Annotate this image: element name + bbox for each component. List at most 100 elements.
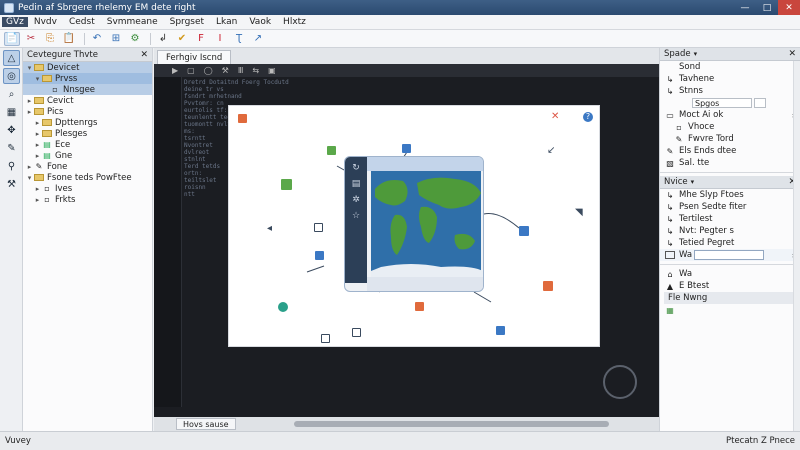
property-row[interactable]: ↳ Nvt: Pegter s: [660, 225, 800, 237]
tools-icon[interactable]: ⚙: [127, 32, 143, 46]
bottom-tab[interactable]: Hovs sause: [176, 418, 236, 430]
document-icon[interactable]: ▤: [345, 179, 367, 189]
value-input[interactable]: [694, 250, 765, 260]
close-panel-icon[interactable]: ✕: [788, 49, 796, 59]
minimize-button[interactable]: —: [734, 0, 756, 15]
property-row[interactable]: ↳ Tertilest: [660, 213, 800, 225]
gear-icon[interactable]: ✲: [345, 195, 367, 205]
property-row[interactable]: ⌂ Wa: [660, 268, 800, 280]
expand-icon[interactable]: ▸: [33, 152, 42, 160]
menu-item-gvz[interactable]: GVz: [2, 17, 28, 27]
expand-icon[interactable]: ▸: [25, 108, 34, 116]
pen-icon[interactable]: ✎: [3, 140, 20, 156]
property-row[interactable]: ↳ Mhe Slyp Ftoes: [660, 189, 800, 201]
close-button[interactable]: ✕: [778, 0, 800, 15]
tree-item[interactable]: ▸ Plesges: [23, 128, 152, 139]
menu-item-edit[interactable]: Cedst: [63, 17, 101, 27]
tree-item[interactable]: ▾ Prvss: [23, 73, 152, 84]
expand-icon[interactable]: ▸: [33, 119, 42, 127]
expand-icon[interactable]: ▸: [33, 130, 42, 138]
undo-icon[interactable]: ↶: [89, 32, 105, 46]
copy-icon[interactable]: ⎘: [42, 32, 58, 46]
tree-item[interactable]: ▸ Cevict: [23, 95, 152, 106]
wrench-icon[interactable]: ⚒: [3, 176, 20, 192]
property-row[interactable]: Fle Nwng: [664, 292, 796, 304]
tree-item[interactable]: ▸ ▤ Gne: [23, 150, 152, 161]
property-row[interactable]: ↳ Psen Sedte fiter: [660, 201, 800, 213]
menu-item-view[interactable]: Lkan: [210, 17, 243, 27]
property-row[interactable]: ▧ Sal. tte: [660, 157, 800, 169]
expand-icon[interactable]: ▸: [33, 196, 42, 204]
menu-item-project[interactable]: Sprgset: [164, 17, 210, 27]
property-checkbox[interactable]: [754, 98, 766, 108]
select-icon[interactable]: △: [3, 50, 20, 66]
property-input[interactable]: Spgos: [692, 98, 752, 108]
move-icon[interactable]: ✥: [3, 122, 20, 138]
menu-item-file[interactable]: Nvdv: [28, 17, 63, 27]
property-row[interactable]: ↳ Stnns: [660, 85, 800, 97]
expand-icon[interactable]: ▾: [33, 75, 42, 83]
expand-icon[interactable]: ▸: [33, 141, 42, 149]
maximize-button[interactable]: □: [756, 0, 778, 15]
record-icon[interactable]: ◯: [204, 66, 213, 75]
expand-icon[interactable]: ▸: [25, 163, 34, 171]
expand-icon[interactable]: ▾: [25, 174, 34, 182]
property-row[interactable]: Spgos: [660, 97, 800, 109]
tree-item[interactable]: ▸ Dpttenrgs: [23, 117, 152, 128]
run-icon[interactable]: ↗: [250, 32, 266, 46]
tree-item[interactable]: ▾ Devicet: [23, 62, 152, 73]
swap-icon[interactable]: ⇆: [252, 66, 259, 75]
refresh-icon[interactable]: ↻: [345, 163, 367, 173]
editor-tab[interactable]: Ferhgiv Iscnd: [157, 50, 232, 64]
paste-icon[interactable]: 📋: [61, 32, 77, 46]
menu-item-summary[interactable]: Svmmeane: [101, 17, 164, 27]
vertical-scrollbar[interactable]: [793, 61, 800, 431]
tree-item[interactable]: ▸ ▫ Ives: [23, 183, 152, 194]
align-icon[interactable]: F: [193, 32, 209, 46]
play-icon[interactable]: ▶: [172, 66, 178, 75]
tree-item[interactable]: ▸ Pics: [23, 106, 152, 117]
layout-icon[interactable]: ▣: [268, 66, 276, 75]
tree-item[interactable]: ▸ ✎ Fone: [23, 161, 152, 172]
tree-item[interactable]: ▸ ▤ Ece: [23, 139, 152, 150]
menu-item-tools[interactable]: Vaok: [243, 17, 277, 27]
build-icon[interactable]: ⚒: [222, 66, 229, 75]
target-icon[interactable]: ◎: [3, 68, 20, 84]
chevron-down-icon[interactable]: ▾: [691, 178, 695, 186]
menu-item-help[interactable]: Hlxtz: [277, 17, 312, 27]
property-row[interactable]: ▦: [660, 304, 800, 316]
expand-icon[interactable]: ▾: [25, 64, 34, 72]
pin-icon[interactable]: ⚲: [3, 158, 20, 174]
tree-item[interactable]: ▾ Fsone teds PowFtee: [23, 172, 152, 183]
chevron-down-icon[interactable]: ▾: [694, 50, 698, 58]
star-icon[interactable]: ☆: [345, 211, 367, 221]
preview-canvas[interactable]: ◂ ↙ ◥ ✕ ? ↻ ▤ ✲ ☆: [229, 106, 599, 346]
new-file-icon[interactable]: 📄: [4, 31, 20, 46]
tree-item[interactable]: ▫ Nnsgee: [23, 84, 152, 95]
cut-icon[interactable]: ✂: [23, 32, 39, 46]
property-row[interactable]: Wa›: [660, 249, 800, 261]
property-row[interactable]: ✎ Els Ends dtee: [660, 145, 800, 157]
property-row[interactable]: ▲ E Btest: [660, 280, 800, 292]
edit-icon[interactable]: ↲: [155, 32, 171, 46]
check-icon[interactable]: ✔: [174, 32, 190, 46]
world-map-window[interactable]: ↻ ▤ ✲ ☆: [344, 156, 484, 292]
columns-icon[interactable]: Ⅲ: [238, 66, 244, 75]
text-icon[interactable]: Ʈ: [231, 32, 247, 46]
property-row[interactable]: ↳ Tetied Pegret: [660, 237, 800, 249]
search-icon[interactable]: ⌕: [3, 86, 20, 102]
stop-icon[interactable]: ▢: [187, 66, 195, 75]
expand-icon[interactable]: ▸: [33, 185, 42, 193]
property-row[interactable]: Sond: [660, 61, 800, 73]
property-row[interactable]: ✎ Fwvre Tord: [660, 133, 800, 145]
open-icon[interactable]: ⊞: [108, 32, 124, 46]
horizontal-scrollbar[interactable]: [294, 421, 609, 427]
format-icon[interactable]: Ⅰ: [212, 32, 228, 46]
property-row[interactable]: ▭Moct Ai ok›: [660, 109, 800, 121]
close-panel-icon[interactable]: ✕: [140, 50, 148, 60]
tree-item[interactable]: ▸ ▫ Frkts: [23, 194, 152, 205]
expand-icon[interactable]: ▸: [25, 97, 34, 105]
property-row[interactable]: ▫ Vhoce: [660, 121, 800, 133]
table-icon[interactable]: ▦: [665, 306, 675, 315]
property-row[interactable]: ↳ Tavhene: [660, 73, 800, 85]
